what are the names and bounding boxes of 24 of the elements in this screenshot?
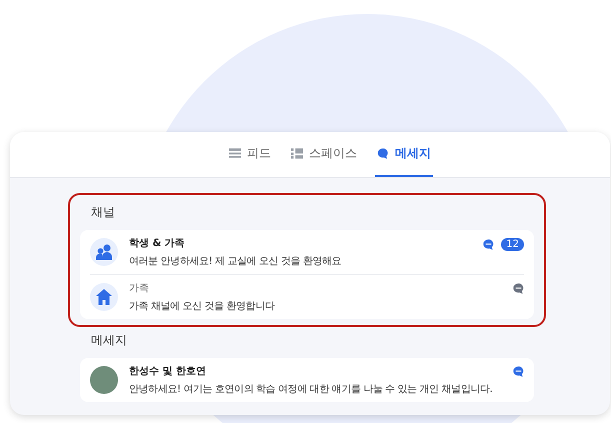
section-heading: 채널 <box>90 204 116 221</box>
channel-item[interactable]: 학생 & 가족 여러분 안녕하세요! 제 교실에 오신 것을 환영해요 12 <box>90 230 524 275</box>
chat-bubble-icon <box>513 283 524 294</box>
chat-bubble-icon <box>377 148 389 159</box>
message-preview: 안녕하세요! 여기는 호연이의 학습 여정에 대한 얘기를 나눌 수 있는 개인 채널입니다. <box>129 383 494 396</box>
chat-bubble-icon <box>513 366 524 377</box>
message-item[interactable]: 한성수 및 한호연 안녕하세요! 여기는 호연이의 학습 여정에 대한 얘기를 나눌 수 있는 개인 채널입니다. <box>90 358 524 402</box>
list-icon <box>229 148 241 159</box>
people-icon <box>90 238 118 266</box>
message-title: 한성수 및 한호연 <box>129 365 207 378</box>
avatar-placeholder <box>90 366 118 394</box>
tab[interactable]: 피드 <box>227 132 273 177</box>
channel-title: 가족 <box>129 282 150 295</box>
tab[interactable]: 메세지 <box>375 132 433 177</box>
chat-bubble-icon <box>483 239 494 250</box>
section-heading: 메세지 <box>90 332 128 349</box>
channel-item[interactable]: 가족 가족 채널에 오신 것을 환영합니다 <box>90 275 524 319</box>
channel-preview: 여러분 안녕하세요! 제 교실에 오신 것을 환영해요 <box>129 255 342 268</box>
grid-icon <box>291 148 303 159</box>
house-icon <box>90 283 118 311</box>
unread-count: 12 <box>501 238 524 251</box>
channel-title: 학생 & 가족 <box>129 237 186 250</box>
channel-preview: 가족 채널에 오신 것을 환영합니다 <box>129 300 276 313</box>
tab[interactable]: 스페이스 <box>289 132 359 177</box>
